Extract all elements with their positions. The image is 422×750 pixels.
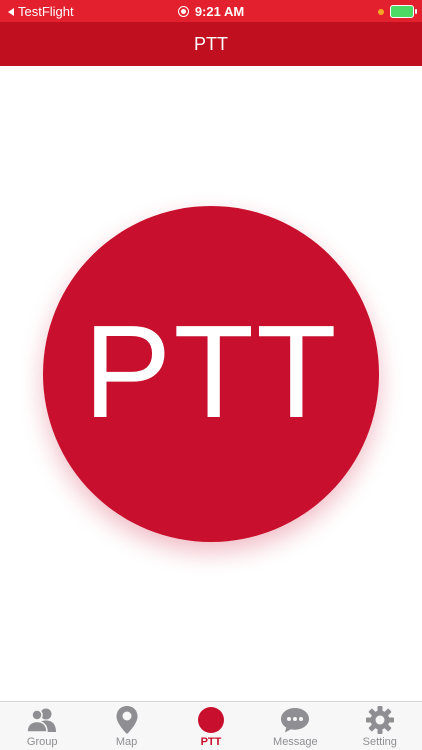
tab-message-label: Message: [273, 736, 318, 748]
status-indicators: [378, 5, 417, 18]
screen-record-icon: [177, 6, 189, 17]
push-to-talk-button[interactable]: PTT: [43, 206, 379, 542]
message-bubble-icon: [279, 705, 311, 735]
tab-map-label: Map: [115, 736, 138, 748]
tab-map[interactable]: Map: [85, 702, 169, 748]
tab-ptt[interactable]: PTT: [169, 702, 253, 748]
tab-setting-label: Setting: [362, 736, 397, 748]
tab-group-label: Group: [26, 736, 58, 748]
status-bar: TestFlight 9:21 AM: [0, 0, 422, 22]
group-icon: [26, 705, 58, 735]
tab-message[interactable]: Message: [253, 702, 337, 748]
page-title: PTT: [194, 33, 228, 54]
tab-bar: Group Map PTT Message Setting: [0, 701, 422, 750]
tab-setting[interactable]: Setting: [338, 702, 422, 748]
tab-ptt-label: PTT: [200, 736, 222, 748]
ptt-dot-icon: [195, 705, 227, 735]
mic-indicator-icon: [378, 8, 384, 15]
map-pin-icon: [111, 705, 143, 735]
push-to-talk-label: PTT: [83, 297, 339, 445]
battery-charging-icon: [390, 5, 417, 18]
main-content: PTT: [0, 66, 422, 701]
navigation-bar: PTT: [0, 22, 422, 66]
app-screen: TestFlight 9:21 AM PTT PTT Group Map PTT…: [0, 0, 422, 750]
status-time: 9:21 AM: [194, 4, 245, 19]
gear-icon: [364, 705, 396, 735]
tab-group[interactable]: Group: [0, 702, 84, 748]
status-time-area: 9:21 AM: [0, 4, 422, 19]
